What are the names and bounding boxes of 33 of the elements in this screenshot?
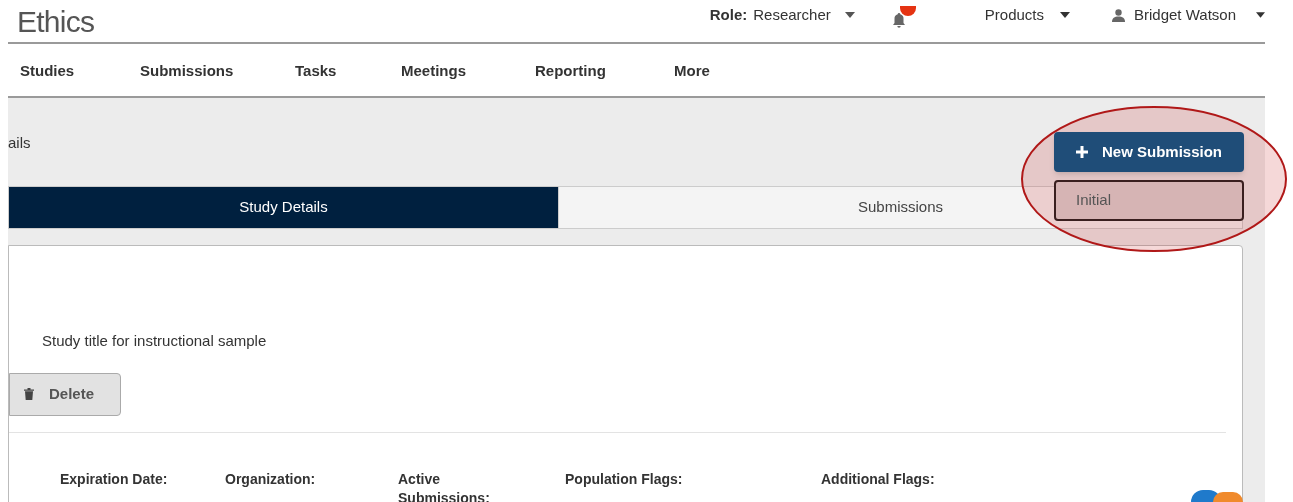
nav-link[interactable]: Meetings <box>401 60 466 83</box>
app-title: Ethics <box>17 3 95 40</box>
nav-link[interactable]: More <box>674 60 710 83</box>
tab[interactable]: Submissions <box>558 187 1018 228</box>
new-submission-button[interactable]: New Submission <box>1054 132 1244 172</box>
notification-badge <box>899 6 916 16</box>
role-dropdown[interactable]: Researcher <box>753 3 855 27</box>
tab[interactable]: Study Details <box>9 187 558 228</box>
bell-icon <box>890 12 907 28</box>
caret-icon <box>844 12 855 18</box>
delete-button[interactable]: Delete <box>9 372 121 416</box>
nav-link[interactable]: Reporting <box>535 60 606 83</box>
trash-icon <box>24 388 34 400</box>
plus-icon <box>1076 146 1088 158</box>
role-label: Role: <box>709 4 748 25</box>
field-label: Expiration Date: <box>60 469 168 489</box>
menu-item[interactable]: Initial <box>1056 189 1112 212</box>
user-icon <box>1112 8 1125 22</box>
chat-bubble-icon <box>1213 492 1243 502</box>
notifications-button[interactable] <box>890 6 917 28</box>
products-dropdown[interactable]: Products <box>984 3 1070 27</box>
study-title: Study title for instructional sample <box>42 331 268 351</box>
field-label: Population Flags: <box>565 469 683 489</box>
nav-link[interactable]: Studies <box>20 60 75 83</box>
field-label: Active Submissions: <box>398 469 488 502</box>
caret-icon <box>1060 12 1070 18</box>
breadcrumb-text: ails <box>8 133 31 153</box>
field-label: Additional Flags: <box>821 469 935 489</box>
field-label: Organization: <box>225 469 316 489</box>
nav-link[interactable]: Submissions <box>140 60 234 83</box>
caret-icon <box>1256 12 1265 18</box>
nav-link[interactable]: Tasks <box>295 60 337 83</box>
user-menu[interactable]: Bridget Watson <box>1112 3 1265 27</box>
